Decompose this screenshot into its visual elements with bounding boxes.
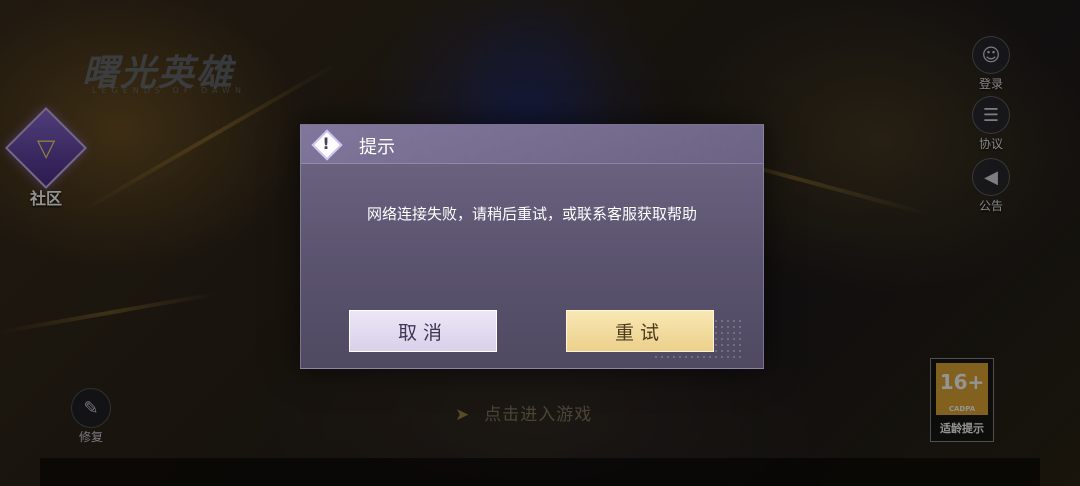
dialog-title: 提示 — [359, 137, 395, 158]
retry-button[interactable]: 重试 — [566, 310, 714, 352]
cancel-button[interactable]: 取消 — [349, 310, 497, 352]
game-login-screen: 曙光英雄 LEGENDS OF DAWN ▽ 社区 ☺ 登录 ☰ 协议 ◀ 公告… — [0, 0, 1080, 486]
network-error-dialog: ! 提示 网络连接失败，请稍后重试，或联系客服获取帮助 取消 重试 — [300, 124, 764, 369]
warning-icon: ! — [311, 129, 343, 161]
dialog-message: 网络连接失败，请稍后重试，或联系客服获取帮助 — [366, 205, 697, 223]
dialog-header: ! 提示 — [301, 125, 763, 164]
